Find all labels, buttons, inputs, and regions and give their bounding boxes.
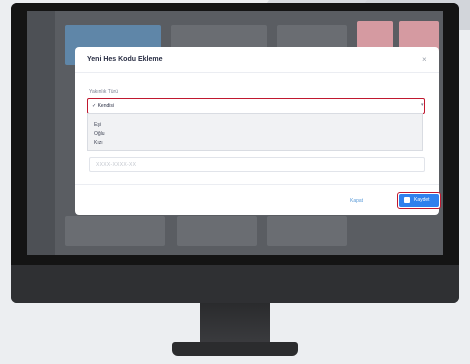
monitor-stand: [200, 303, 270, 343]
monitor-bezel: Yeni Hes Kodu Ekleme × Yakınlık Türü ✓ K…: [11, 3, 459, 265]
chevron-down-icon: ▾: [421, 102, 424, 108]
relation-type-select[interactable]: ✓ Kendisi: [87, 98, 425, 114]
modal-title: Yeni Hes Kodu Ekleme: [87, 56, 163, 63]
monitor: Yeni Hes Kodu Ekleme × Yakınlık Türü ✓ K…: [11, 3, 459, 303]
hes-code-input[interactable]: XXXX-XXXX-XX: [89, 157, 425, 172]
save-button[interactable]: Kaydet: [397, 192, 441, 209]
background-card: [267, 216, 347, 246]
background-card: [65, 216, 165, 246]
cancel-button[interactable]: Kapat: [350, 198, 363, 204]
option-oglu[interactable]: Oğlu: [94, 131, 105, 137]
save-button-body: Kaydet: [399, 194, 439, 207]
add-hes-code-modal: Yeni Hes Kodu Ekleme × Yakınlık Türü ✓ K…: [75, 47, 441, 215]
divider: [75, 184, 439, 185]
monitor-chin: [11, 265, 459, 303]
hes-code-placeholder: XXXX-XXXX-XX: [96, 162, 137, 168]
selected-value: ✓ Kendisi: [92, 103, 114, 109]
floppy-disk-icon: [404, 197, 410, 203]
monitor-base: [172, 342, 298, 356]
divider: [75, 72, 439, 73]
relation-type-dropdown: Eşi Oğlu Kızı: [87, 113, 423, 151]
background-card: [177, 216, 257, 246]
option-kizi[interactable]: Kızı: [94, 140, 103, 146]
background-sidebar: [27, 11, 55, 255]
monitor-screen: Yeni Hes Kodu Ekleme × Yakınlık Türü ✓ K…: [27, 11, 443, 255]
save-button-label: Kaydet: [414, 197, 430, 203]
relation-type-label: Yakınlık Türü: [89, 89, 118, 95]
option-esi[interactable]: Eşi: [94, 122, 101, 128]
close-icon[interactable]: ×: [422, 55, 427, 64]
